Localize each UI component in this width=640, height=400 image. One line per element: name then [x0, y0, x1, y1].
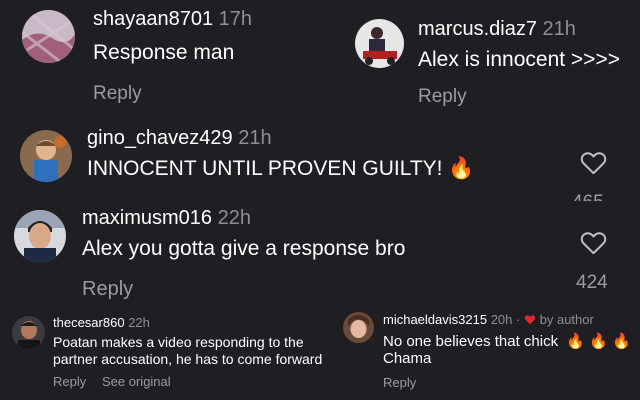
heart-icon[interactable] — [580, 150, 607, 175]
username[interactable]: shayaan8701 — [93, 8, 213, 30]
like-count: 424 — [576, 272, 608, 293]
comment-text-body: INNOCENT UNTIL PROVEN GUILTY! — [87, 157, 443, 180]
reply-button[interactable]: Reply — [418, 86, 467, 108]
reply-button[interactable]: Reply — [93, 83, 142, 105]
comment-username[interactable]: gino_chavez429 21h — [87, 127, 272, 150]
avatar-image — [343, 312, 374, 343]
comment-username[interactable]: maximusm016 22h — [82, 207, 251, 230]
comment-time: 21h — [542, 18, 576, 40]
avatar-gino-chavez429[interactable] — [20, 130, 72, 182]
see-original-button[interactable]: See original — [102, 374, 171, 389]
fire-emoji: 🔥 🔥 🔥 — [566, 333, 631, 350]
avatar-image — [20, 130, 72, 182]
reply-button[interactable]: Reply — [82, 278, 133, 301]
heart-filled-icon — [524, 313, 536, 328]
comment-time: 21h — [238, 127, 272, 149]
comment-time: 17h — [218, 8, 253, 30]
comment-text: Alex you gotta give a response bro — [82, 237, 406, 260]
comment-time: 20h — [490, 312, 513, 327]
separator: · — [516, 312, 521, 327]
avatar-marcus-diaz7[interactable] — [355, 19, 404, 68]
avatar-thecesar860[interactable] — [12, 316, 45, 349]
comment-username[interactable]: thecesar860 22h — [53, 315, 150, 330]
avatar-image — [12, 316, 45, 349]
comment-text: INNOCENT UNTIL PROVEN GUILTY! 🔥 — [87, 157, 475, 181]
by-author-label: by author — [539, 312, 594, 327]
avatar-image — [14, 210, 66, 262]
avatar-shayaan8701[interactable] — [22, 10, 75, 63]
comment-time: 22h — [128, 315, 150, 330]
comment-header: michaeldavis3215 20h · by author — [383, 312, 594, 328]
username[interactable]: maximusm016 — [82, 207, 212, 229]
comment-text-line-1: Poatan makes a video responding to the — [53, 334, 304, 350]
comment-time: 22h — [217, 207, 251, 229]
comment-text: Response man — [93, 41, 235, 64]
avatar-michaeldavis3215[interactable] — [343, 312, 374, 343]
avatar-image — [355, 19, 404, 68]
comment-text: Alex is innocent >>>> — [418, 48, 620, 71]
reply-button[interactable]: Reply — [53, 374, 86, 389]
comment-username[interactable]: shayaan8701 17h — [93, 8, 252, 31]
comment-text-line-2: Chama — [383, 350, 432, 367]
username[interactable]: michaeldavis3215 — [383, 312, 487, 327]
like-count: 465 — [572, 192, 604, 201]
username[interactable]: marcus.diaz7 — [418, 18, 537, 40]
heart-icon[interactable] — [580, 230, 607, 255]
reply-button[interactable]: Reply — [383, 375, 416, 390]
comment-text-line-2: partner accusation, he has to come forwa… — [53, 351, 323, 367]
comment-text-body: No one believes that chick — [383, 333, 559, 350]
fire-emoji: 🔥 — [448, 157, 475, 180]
avatar-maximusm016[interactable] — [14, 210, 66, 262]
avatar-image — [22, 10, 75, 63]
comment-text-line-1: No one believes that chick 🔥 🔥 🔥 — [383, 332, 631, 350]
username[interactable]: thecesar860 — [53, 315, 125, 330]
username[interactable]: gino_chavez429 — [87, 127, 233, 149]
comment-username[interactable]: marcus.diaz7 21h — [418, 18, 576, 41]
